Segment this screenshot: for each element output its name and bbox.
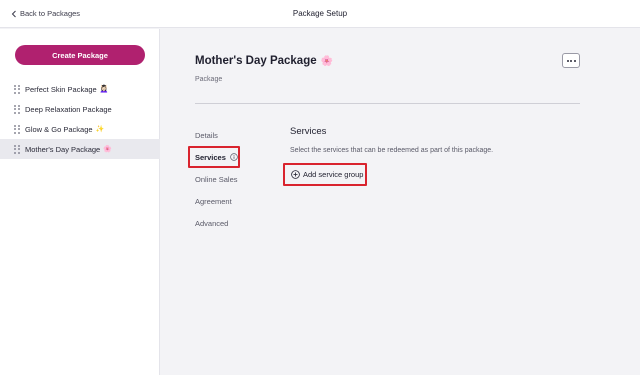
package-item-label: Deep Relaxation Package xyxy=(25,104,112,114)
flower-emoji: 🌸 xyxy=(320,55,334,67)
more-icon xyxy=(566,59,569,62)
package-subtitle: Package xyxy=(195,76,223,83)
plus-circle-icon xyxy=(291,170,300,179)
sidebar: Create Package Perfect Skin Package 💆🏻‍♀… xyxy=(0,29,160,375)
divider xyxy=(195,103,580,104)
package-title: Mother's Day Package 🌸 xyxy=(195,55,333,67)
tab-advanced[interactable]: Advanced xyxy=(195,219,228,228)
tab-services[interactable]: Services xyxy=(188,146,240,168)
package-item-emoji: 💆🏻‍♀️ xyxy=(99,86,109,93)
package-item-label: Glow & Go Package xyxy=(25,124,93,134)
package-item-label: Mother's Day Package xyxy=(25,144,101,154)
services-highlight-box xyxy=(188,146,240,168)
section-description: Select the services that can be redeemed… xyxy=(290,147,494,154)
add-service-group-button[interactable]: Add service group xyxy=(283,163,367,186)
drag-handle-icon[interactable] xyxy=(14,84,20,94)
package-item-emoji: 🌸 xyxy=(103,146,112,153)
package-item-label: Perfect Skin Package xyxy=(25,84,97,94)
package-title-text: Mother's Day Package xyxy=(195,55,317,67)
drag-handle-icon[interactable] xyxy=(14,124,20,134)
create-package-button[interactable]: Create Package xyxy=(15,45,145,65)
package-item-deep-relaxation[interactable]: Deep Relaxation Package xyxy=(0,99,160,119)
drag-handle-icon[interactable] xyxy=(14,144,20,154)
package-item-glow-and-go[interactable]: Glow & Go Package ✨ xyxy=(0,119,160,139)
more-options-button[interactable] xyxy=(562,53,580,68)
tab-agreement[interactable]: Agreement xyxy=(195,197,232,206)
top-bar: Back to Packages Package Setup xyxy=(0,0,640,28)
package-item-emoji: ✨ xyxy=(95,126,105,133)
section-title: Services xyxy=(290,126,327,137)
page-title: Package Setup xyxy=(292,9,348,18)
package-item-mothers-day[interactable]: Mother's Day Package 🌸 xyxy=(0,139,160,159)
tab-details[interactable]: Details xyxy=(195,131,218,140)
package-list: Perfect Skin Package 💆🏻‍♀️ Deep Relaxati… xyxy=(0,79,160,159)
main-content: Mother's Day Package 🌸 Package Details S… xyxy=(161,29,640,375)
tab-online-sales[interactable]: Online Sales xyxy=(195,175,238,184)
package-item-perfect-skin[interactable]: Perfect Skin Package 💆🏻‍♀️ xyxy=(0,79,160,99)
drag-handle-icon[interactable] xyxy=(14,104,20,114)
add-service-group-label: Add service group xyxy=(303,170,364,179)
